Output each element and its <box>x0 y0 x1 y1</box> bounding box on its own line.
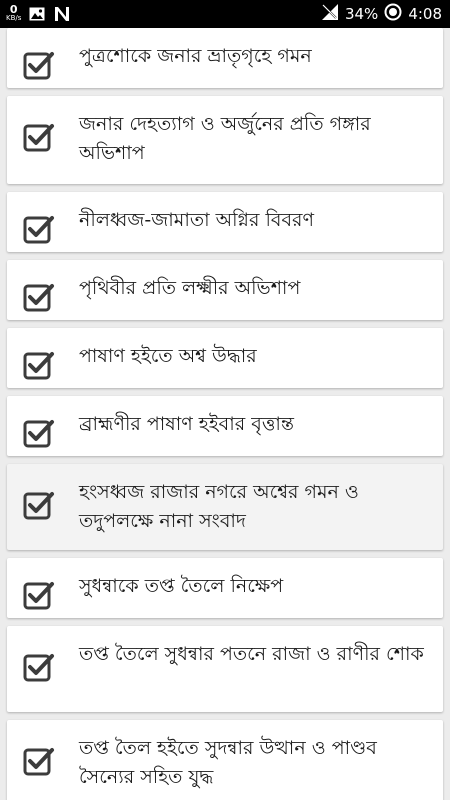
item-title: সুধন্বাকে তপ্ত তৈলে নিক্ষেপ <box>79 575 284 597</box>
n-app-icon <box>53 6 71 22</box>
chapter-list: পুত্রশোকে জনার ভ্রাতৃগৃহে গমন জনার দেহত্… <box>0 28 450 800</box>
list-item[interactable]: তপ্ত তৈলে সুধন্বার পতনে রাজা ও রাণীর শোক <box>7 626 443 712</box>
checkbox-checked-icon[interactable] <box>23 652 55 684</box>
checkbox-checked-icon[interactable] <box>23 418 55 450</box>
image-icon <box>29 7 45 21</box>
checkbox-checked-icon[interactable] <box>23 746 55 778</box>
checkbox-checked-icon[interactable] <box>23 490 55 522</box>
list-item[interactable]: নীলধ্বজ-জামাতা অগ্নির বিবরণ <box>7 192 443 252</box>
list-item[interactable]: পৃথিবীর প্রতি লক্ষ্মীর অভিশাপ <box>7 260 443 320</box>
item-title: পুত্রশোকে জনার ভ্রাতৃগৃহে গমন <box>79 45 312 67</box>
item-title: তপ্ত তৈলে সুধন্বার পতনে রাজা ও রাণীর শোক <box>79 643 424 665</box>
checkbox-checked-icon[interactable] <box>23 214 55 246</box>
list-item[interactable]: সুধন্বাকে তপ্ত তৈলে নিক্ষেপ <box>7 558 443 618</box>
battery-icon <box>384 3 402 25</box>
checkbox-checked-icon[interactable] <box>23 350 55 382</box>
signal-icon <box>321 3 339 25</box>
network-speed-value: 0 <box>9 3 18 16</box>
item-title: তপ্ত তৈল হইতে সুদন্বার উত্থান ও পাণ্ডব স… <box>79 737 377 788</box>
list-item[interactable]: তপ্ত তৈল হইতে সুদন্বার উত্থান ও পাণ্ডব স… <box>7 720 443 800</box>
checkbox-checked-icon[interactable] <box>23 50 55 82</box>
checkbox-checked-icon[interactable] <box>23 580 55 612</box>
status-right: 34% 4:08 <box>321 2 442 26</box>
item-title: পৃথিবীর প্রতি লক্ষ্মীর অভিশাপ <box>79 277 301 299</box>
item-title: ব্রাহ্মণীর পাষাণ হইবার বৃত্তান্ত <box>79 413 295 435</box>
list-item[interactable]: পাষাণ হইতে অশ্ব উদ্ধার <box>7 328 443 388</box>
battery-percent: 34% <box>344 5 379 23</box>
checkbox-checked-icon[interactable] <box>23 122 55 154</box>
network-speed: 0 KB/s <box>6 3 22 23</box>
network-speed-unit: KB/s <box>6 14 22 22</box>
item-title: নীলধ্বজ-জামাতা অগ্নির বিবরণ <box>79 209 314 231</box>
status-left: 0 KB/s <box>6 3 79 25</box>
clock: 4:08 <box>408 5 442 23</box>
list-item[interactable]: জনার দেহত্যাগ ও অর্জুনের প্রতি গঙ্গার অভ… <box>7 96 443 184</box>
item-title: পাষাণ হইতে অশ্ব উদ্ধার <box>79 345 257 367</box>
checkbox-checked-icon[interactable] <box>23 282 55 314</box>
list-item[interactable]: ব্রাহ্মণীর পাষাণ হইবার বৃত্তান্ত <box>7 396 443 456</box>
list-item[interactable]: পুত্রশোকে জনার ভ্রাতৃগৃহে গমন <box>7 28 443 88</box>
status-bar: 0 KB/s 34% 4:08 <box>0 0 450 28</box>
item-title: জনার দেহত্যাগ ও অর্জুনের প্রতি গঙ্গার অভ… <box>79 113 371 164</box>
item-title: হংসধ্বজ রাজার নগরে অশ্বের গমন ও তদুপলক্ষ… <box>79 481 359 532</box>
list-item[interactable]: হংসধ্বজ রাজার নগরে অশ্বের গমন ও তদুপলক্ষ… <box>7 464 443 550</box>
